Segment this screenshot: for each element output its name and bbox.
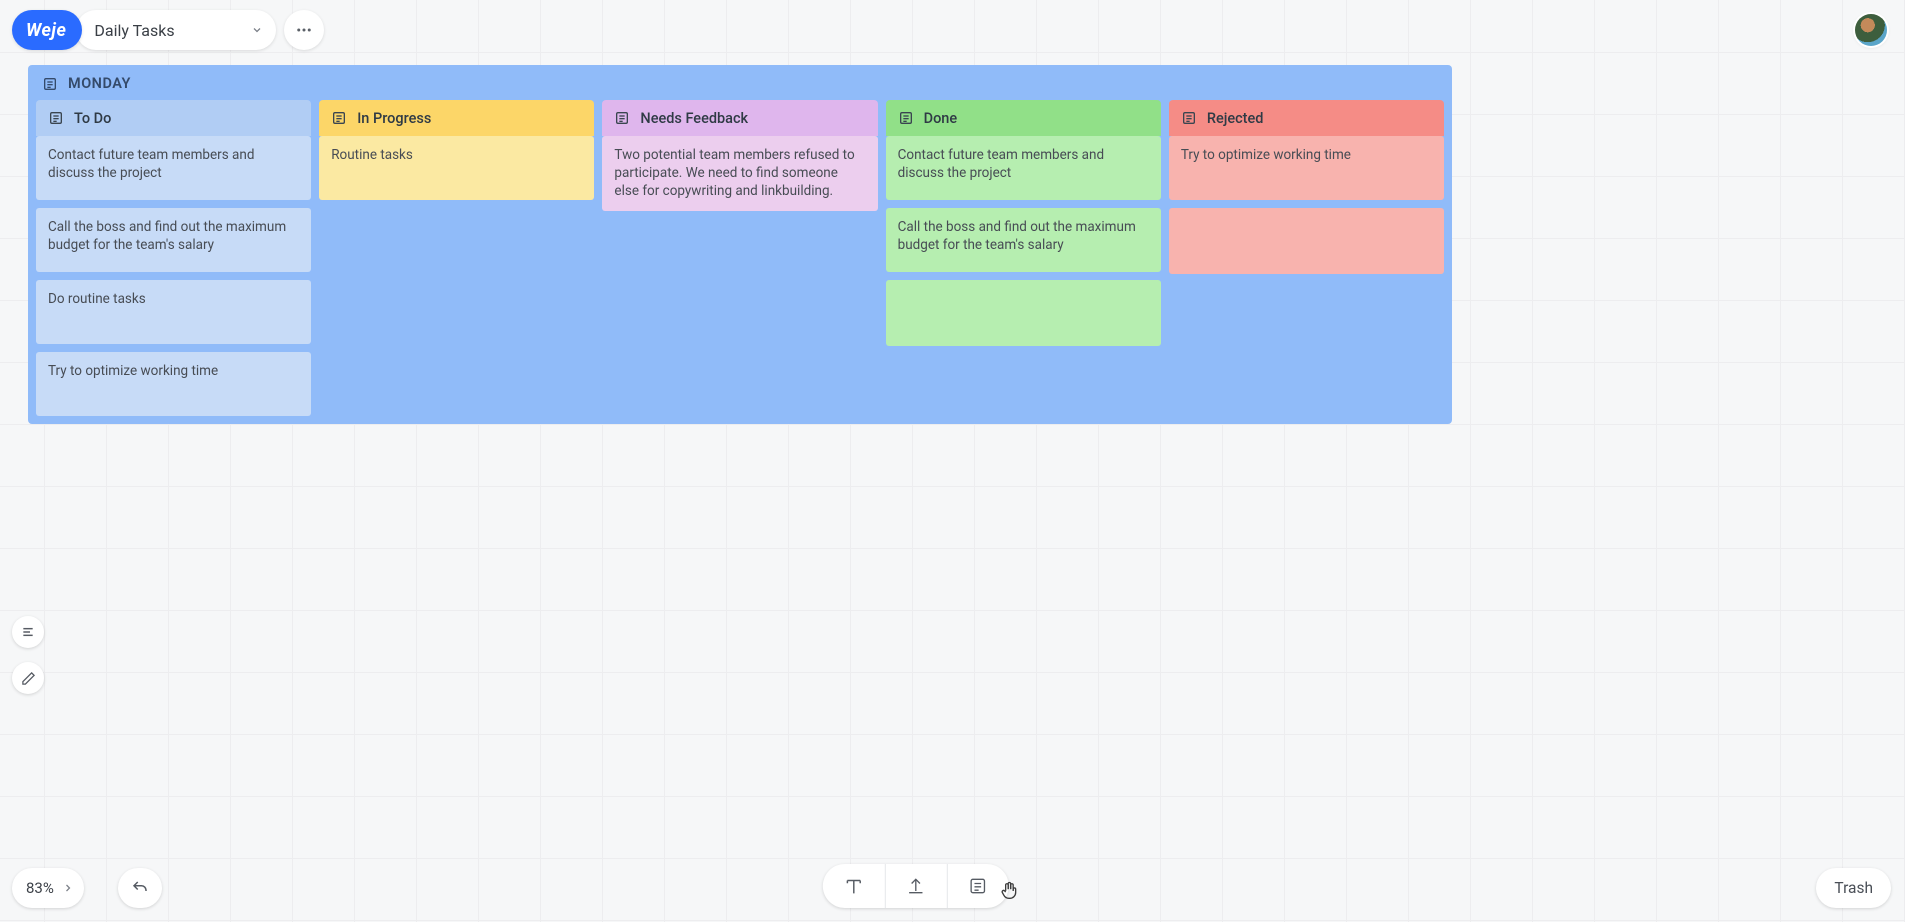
edit-button[interactable] (12, 662, 44, 694)
cards-list: Two potential team members refused to pa… (602, 136, 877, 211)
list-icon (898, 110, 914, 126)
column-inprogress[interactable]: In Progress Routine tasks (319, 100, 594, 200)
cards-list: Routine tasks (319, 136, 594, 200)
column-header[interactable]: Needs Feedback (602, 100, 877, 136)
header-bar: Weje Daily Tasks (12, 10, 324, 50)
card[interactable]: Routine tasks (319, 136, 594, 200)
board-title-text: MONDAY (68, 75, 131, 92)
card[interactable]: Call the boss and find out the maximum b… (886, 208, 1161, 272)
list-icon (1181, 110, 1197, 126)
column-label: To Do (74, 110, 111, 127)
card[interactable]: Contact future team members and discuss … (36, 136, 311, 200)
column-label: In Progress (357, 110, 431, 127)
board-title-row: MONDAY (28, 65, 1452, 100)
zoom-control[interactable]: 83% (12, 868, 84, 908)
column-label: Rejected (1207, 110, 1264, 127)
cards-list: Try to optimize working time (1169, 136, 1444, 274)
column-header[interactable]: Done (886, 100, 1161, 136)
column-label: Needs Feedback (640, 110, 748, 127)
app-logo[interactable]: Weje (12, 10, 82, 50)
column-todo[interactable]: To Do Contact future team members and dis… (36, 100, 311, 416)
chevron-down-icon[interactable] (250, 23, 264, 37)
side-menu-button[interactable] (12, 616, 44, 648)
more-menu-button[interactable] (284, 10, 324, 50)
user-avatar[interactable] (1855, 14, 1887, 46)
column-header[interactable]: In Progress (319, 100, 594, 136)
column-feedback[interactable]: Needs Feedback Two potential team members… (602, 100, 877, 211)
cards-list: Contact future team members and discuss … (36, 136, 311, 416)
upload-button[interactable] (884, 864, 946, 908)
list-icon (42, 76, 58, 92)
column-done[interactable]: Done Contact future team members and disc… (886, 100, 1161, 346)
insert-toolbar (822, 864, 1008, 908)
card[interactable] (1169, 208, 1444, 274)
template-button[interactable] (946, 864, 1008, 908)
trash-button[interactable]: Trash (1816, 868, 1891, 908)
zoom-value: 83% (26, 879, 54, 897)
board-name: Daily Tasks (94, 21, 240, 40)
column-header[interactable]: To Do (36, 100, 311, 136)
card[interactable]: Do routine tasks (36, 280, 311, 344)
cards-list: Contact future team members and discuss … (886, 136, 1161, 346)
board-name-pill[interactable]: Daily Tasks (76, 10, 276, 50)
column-header[interactable]: Rejected (1169, 100, 1444, 136)
columns-container: To Do Contact future team members and dis… (28, 100, 1452, 416)
card[interactable]: Contact future team members and discuss … (886, 136, 1161, 200)
card[interactable]: Call the boss and find out the maximum b… (36, 208, 311, 272)
card[interactable]: Try to optimize working time (36, 352, 311, 416)
list-icon (331, 110, 347, 126)
kanban-board[interactable]: MONDAY To Do Contact future team members … (28, 65, 1452, 424)
column-rejected[interactable]: Rejected Try to optimize working time (1169, 100, 1444, 274)
card[interactable] (886, 280, 1161, 346)
column-label: Done (924, 110, 958, 127)
undo-button[interactable] (118, 868, 162, 908)
text-tool-button[interactable] (822, 864, 884, 908)
card[interactable]: Try to optimize working time (1169, 136, 1444, 200)
trash-label: Trash (1834, 879, 1873, 897)
list-icon (614, 110, 630, 126)
chevron-right-icon[interactable] (62, 882, 74, 894)
card[interactable]: Two potential team members refused to pa… (602, 136, 877, 211)
list-icon (48, 110, 64, 126)
